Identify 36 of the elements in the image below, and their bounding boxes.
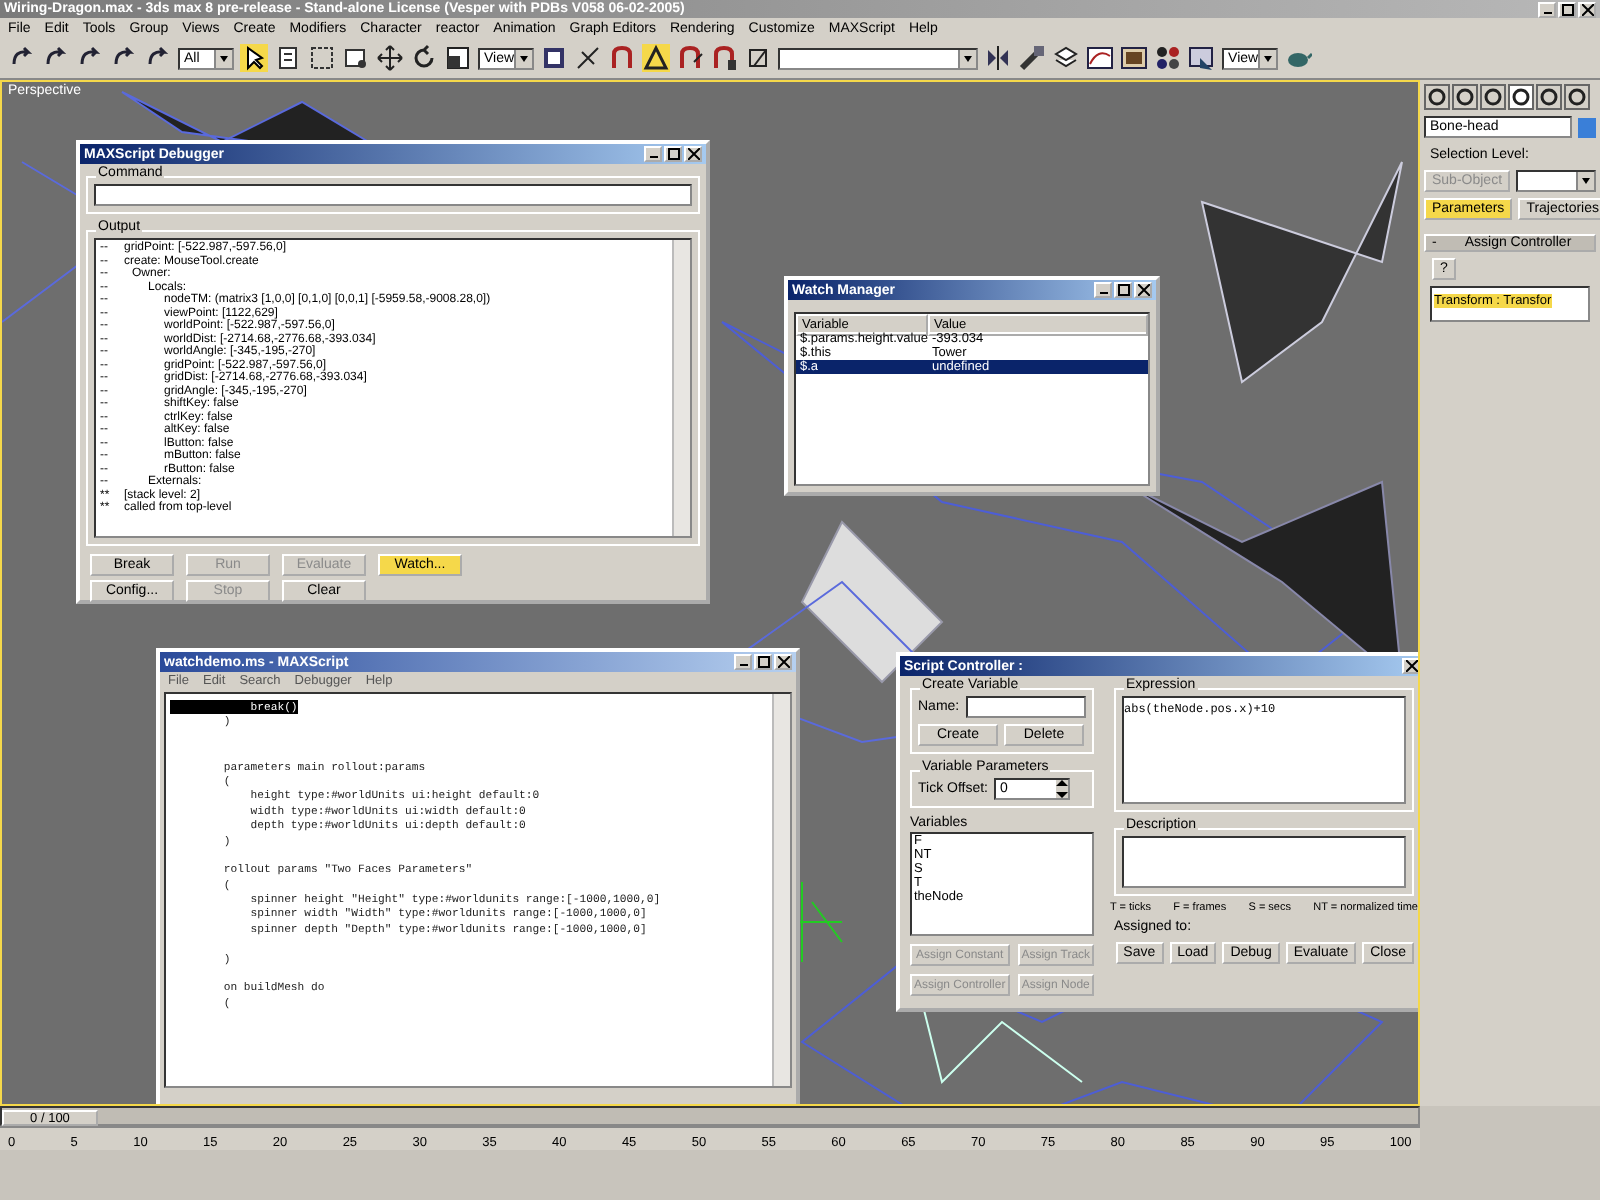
- percent-snap-icon[interactable]: [676, 44, 705, 72]
- angle-snap-icon[interactable]: [642, 44, 671, 72]
- close-button[interactable]: [684, 146, 702, 162]
- render-scene-icon[interactable]: [1188, 44, 1217, 72]
- maximize-button[interactable]: [664, 146, 682, 162]
- rectangle-select-icon[interactable]: [308, 44, 336, 72]
- snap-icon[interactable]: [608, 44, 637, 72]
- align-icon[interactable]: [1018, 44, 1047, 72]
- window-crossing-icon[interactable]: [342, 44, 370, 72]
- scale-icon[interactable]: [444, 44, 472, 72]
- select-by-name-icon[interactable]: [274, 44, 302, 72]
- code-editor[interactable]: [164, 692, 792, 1088]
- rotate-icon[interactable]: [410, 44, 438, 72]
- close-button[interactable]: [1402, 658, 1418, 674]
- close-button[interactable]: [1134, 282, 1152, 298]
- minimize-button[interactable]: [1094, 282, 1112, 298]
- command-field[interactable]: [94, 184, 692, 206]
- maximize-button[interactable]: [1558, 1, 1576, 17]
- scrollbar[interactable]: [772, 694, 790, 1086]
- spinner-snap-icon[interactable]: [710, 44, 739, 72]
- name-field[interactable]: [965, 696, 1086, 718]
- layers-icon[interactable]: [1052, 44, 1081, 72]
- mirror-icon[interactable]: [984, 44, 1013, 72]
- minimize-button[interactable]: [644, 146, 662, 162]
- close-button[interactable]: [1578, 1, 1596, 17]
- move-icon[interactable]: [376, 44, 404, 72]
- curve-editor-icon[interactable]: [1086, 44, 1115, 72]
- sub-object-dropdown[interactable]: [1516, 170, 1596, 192]
- description-field[interactable]: [1122, 836, 1406, 888]
- named-selection-dropdown[interactable]: [778, 47, 979, 69]
- minimize-button[interactable]: [1538, 1, 1556, 17]
- schematic-view-icon[interactable]: [1120, 44, 1149, 72]
- maximize-button[interactable]: [1114, 282, 1132, 298]
- object-color-swatch[interactable]: [1578, 117, 1596, 137]
- material-editor-icon[interactable]: [1154, 44, 1183, 72]
- scrollbar[interactable]: [672, 240, 690, 536]
